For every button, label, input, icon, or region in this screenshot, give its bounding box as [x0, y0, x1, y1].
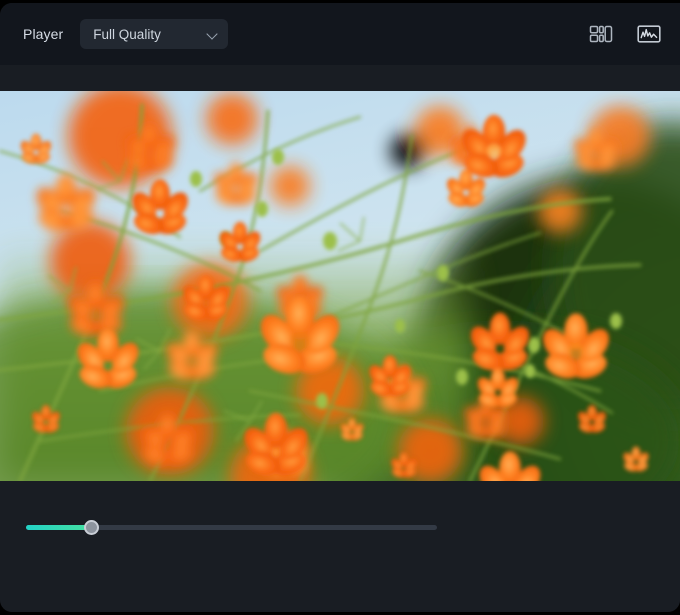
- video-stage: [0, 65, 680, 493]
- quality-select-value: Full Quality: [93, 26, 161, 42]
- video-preview[interactable]: [0, 91, 680, 481]
- seek-handle[interactable]: [84, 520, 100, 535]
- header-right-group: [588, 3, 662, 65]
- waveform-monitor-icon[interactable]: [636, 21, 662, 47]
- seek-progress-fill: [26, 525, 92, 530]
- chevron-down-icon: [207, 29, 218, 40]
- layout-grid-icon[interactable]: [588, 21, 614, 47]
- page-title: Player: [23, 26, 64, 42]
- playback-controls: 00:00:06:04 / 00:00:40:01: [0, 493, 680, 612]
- player-panel: Player Full Quality: [0, 3, 680, 612]
- quality-select[interactable]: Full Quality: [80, 19, 229, 49]
- player-header: Player Full Quality: [0, 3, 680, 65]
- player-window: Player Full Quality: [0, 0, 680, 615]
- header-left-group: Player Full Quality: [0, 19, 229, 49]
